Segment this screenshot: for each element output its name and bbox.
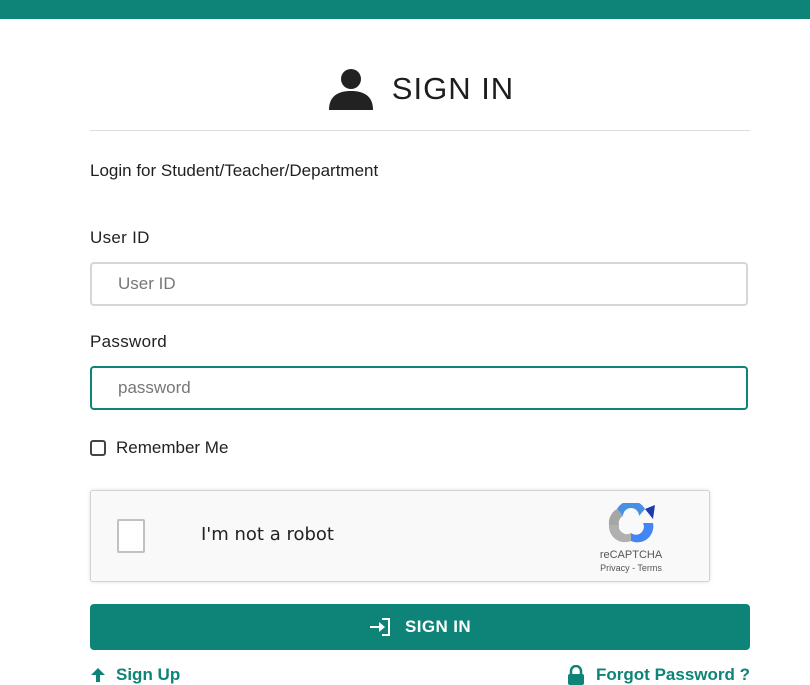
recaptcha-widget: I'm not a robot reCAPTCHA Privacy - Term… <box>90 490 710 582</box>
page-title: SIGN IN <box>391 71 515 106</box>
sign-up-link[interactable]: Sign Up <box>90 665 180 685</box>
recaptcha-brand: reCAPTCHA <box>599 549 663 561</box>
recaptcha-logo-icon <box>608 503 655 543</box>
sign-in-button[interactable]: SIGN IN <box>90 604 750 650</box>
page-heading: SIGN IN <box>90 60 750 118</box>
login-icon <box>369 618 390 636</box>
remember-me-label: Remember Me <box>116 438 229 457</box>
recaptcha-checkbox[interactable] <box>117 519 145 553</box>
divider <box>90 130 750 131</box>
bottom-links: Sign Up Forgot Password ? <box>90 665 750 685</box>
recaptcha-label: I'm not a robot <box>201 524 334 545</box>
user-icon <box>328 69 373 110</box>
remember-me-checkbox[interactable] <box>90 440 106 456</box>
user-id-label: User ID <box>90 228 150 247</box>
recaptcha-privacy-terms[interactable]: Privacy - Terms <box>561 563 701 573</box>
password-input[interactable] <box>90 366 748 410</box>
lock-icon <box>568 665 585 685</box>
sign-up-label: Sign Up <box>116 665 181 684</box>
recaptcha-logo-block: reCAPTCHA Privacy - Terms <box>561 503 701 573</box>
forgot-password-label: Forgot Password ? <box>596 665 750 684</box>
signin-panel: SIGN IN Login for Student/Teacher/Depart… <box>90 60 750 685</box>
sign-in-button-label: SIGN IN <box>404 617 472 636</box>
remember-me-row[interactable]: Remember Me <box>90 438 750 458</box>
login-subtitle: Login for Student/Teacher/Department <box>90 161 379 180</box>
password-label: Password <box>90 332 168 351</box>
arrow-up-icon <box>91 668 105 682</box>
user-id-input[interactable] <box>90 262 748 306</box>
top-accent-bar <box>0 0 810 19</box>
forgot-password-link[interactable]: Forgot Password ? <box>566 665 750 685</box>
